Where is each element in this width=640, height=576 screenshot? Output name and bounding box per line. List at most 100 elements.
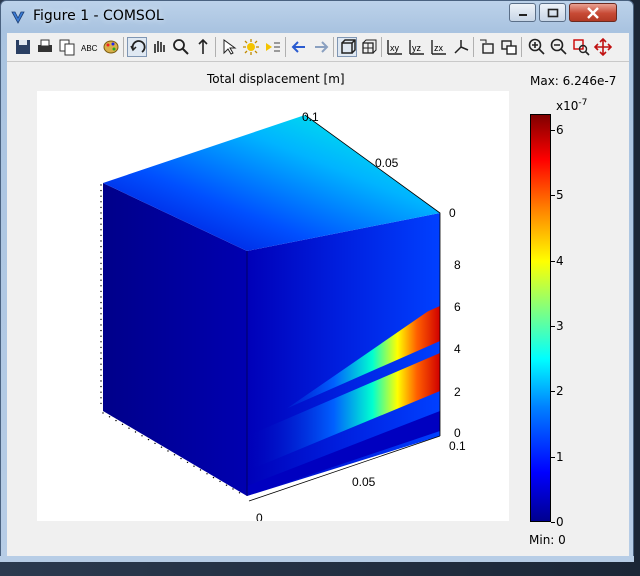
toolbar-separator (333, 37, 334, 57)
depth-tick-0.1: 0.1 (302, 110, 319, 124)
abc-text-icon: ABC (81, 44, 98, 53)
title-bar[interactable]: Figure 1 - COMSOL (1, 1, 633, 33)
zoom-extents-icon (593, 37, 613, 57)
zoom-button[interactable] (171, 37, 191, 57)
colorbar (530, 114, 551, 522)
close-icon (587, 6, 599, 19)
save-button[interactable] (13, 37, 33, 57)
close-button[interactable] (569, 3, 617, 22)
zoom-out-icon (550, 38, 567, 55)
zx-view-button[interactable]: zx (429, 37, 449, 57)
svg-text:ABC: ABC (81, 44, 98, 53)
camera-icon (480, 39, 494, 54)
zoom-extents-button[interactable] (593, 37, 613, 57)
colorbar-exponent: x10-7 (556, 98, 588, 113)
colorbar-tick-mark (551, 391, 555, 393)
zoom-window-button[interactable] (571, 37, 591, 57)
comsol-app-icon (11, 11, 25, 24)
camera2-button[interactable] (499, 37, 519, 57)
pan-icon (154, 41, 165, 53)
colorbar-tick-mark (551, 130, 555, 132)
toolbar-separator (123, 37, 124, 57)
scroll-button[interactable] (193, 37, 213, 57)
maximize-icon (547, 8, 558, 17)
select-icon (223, 39, 237, 55)
arrow-left-button[interactable] (289, 37, 309, 57)
palette-icon (103, 40, 119, 54)
vertical-tick-6: 6 (454, 300, 461, 314)
colorbar-tick-label: 1 (556, 449, 564, 464)
arrow-right-button[interactable] (311, 37, 331, 57)
select-button[interactable] (219, 37, 239, 57)
print-icon (38, 39, 52, 52)
arrow-right-icon (315, 41, 329, 53)
toolbar-separator (521, 37, 522, 57)
svg-text:yz: yz (412, 43, 422, 53)
zoom-out-button[interactable] (549, 37, 569, 57)
iso-view-button[interactable] (451, 37, 471, 57)
iso-view-icon (454, 40, 469, 54)
svg-text:zx: zx (434, 43, 444, 53)
camera-button[interactable] (477, 37, 497, 57)
bottom-tick-0.05: 0.05 (352, 475, 376, 489)
colorbar-tick-label: 0 (556, 515, 564, 529)
colorbar-tick-label: 5 (556, 188, 564, 203)
bottom-tick-0: 0 (256, 511, 263, 521)
colorbar-tick-mark (551, 456, 555, 458)
headlight-icon (266, 42, 280, 52)
xy-view-button[interactable]: xy (385, 37, 405, 57)
abc-text-button[interactable]: ABC (79, 37, 99, 57)
colorbar-tick-label: 6 (556, 123, 564, 138)
xy-view-icon: xy (387, 40, 402, 55)
colorbar-tick-mark (551, 326, 555, 328)
min-value-label: Min: 0 (529, 533, 566, 547)
colorbar-tick-label: 3 (556, 319, 564, 334)
copy-button[interactable] (57, 37, 77, 57)
rotate-button[interactable] (127, 37, 147, 57)
toolbar: ABC xy yz zx (7, 33, 629, 62)
grid-box-icon (362, 39, 377, 54)
headlight-button[interactable] (263, 37, 283, 57)
bottom-tick-0.1: 0.1 (449, 439, 466, 453)
zoom-in-button[interactable] (527, 37, 547, 57)
toolbar-separator (473, 37, 474, 57)
colorbar-tick-mark (551, 195, 555, 197)
print-button[interactable] (35, 37, 55, 57)
pan-button[interactable] (149, 37, 169, 57)
light-icon (243, 39, 259, 55)
scroll-icon (198, 38, 208, 54)
vertical-tick-4: 4 (454, 342, 461, 356)
yz-view-button[interactable]: yz (407, 37, 427, 57)
colorbar-tick-label: 4 (556, 253, 564, 268)
save-icon (16, 40, 30, 54)
grid-box-button[interactable] (359, 37, 379, 57)
colorbar-tick-label: 2 (556, 384, 564, 399)
toolbar-separator (215, 37, 216, 57)
depth-tick-0.05: 0.05 (375, 156, 399, 170)
yz-view-icon: yz (409, 40, 424, 55)
minimize-icon (518, 13, 527, 16)
colorbar-tick-mark (551, 260, 555, 262)
light-button[interactable] (241, 37, 261, 57)
toolbar-separator (285, 37, 286, 57)
axis-box-icon (341, 39, 356, 54)
zx-view-icon: zx (431, 40, 446, 55)
depth-tick-0: 0 (449, 206, 456, 220)
palette-button[interactable] (101, 37, 121, 57)
svg-text:xy: xy (390, 43, 400, 53)
zoom-window-icon (573, 39, 590, 56)
rotate-icon (130, 40, 146, 53)
max-value-label: Max: 6.246e-7 (530, 74, 617, 88)
plot-area[interactable]: 0.1 0.05 0 8 6 4 2 0 0.1 0.05 0 (37, 91, 509, 525)
vertical-tick-8: 8 (454, 258, 461, 272)
vertical-tick-2: 2 (454, 385, 461, 399)
colorbar-tick-mark (551, 522, 555, 523)
vertical-tick-0: 0 (454, 426, 461, 440)
axis-box-button[interactable] (337, 37, 357, 57)
toolbar-separator (381, 37, 382, 57)
displacement-surface-plot[interactable]: 0.1 0.05 0 8 6 4 2 0 0.1 0.05 0 (37, 91, 509, 525)
minimize-button[interactable] (509, 3, 536, 22)
maximize-button[interactable] (539, 3, 566, 22)
zoom-in-icon (528, 38, 545, 55)
arrow-left-icon (291, 41, 305, 53)
